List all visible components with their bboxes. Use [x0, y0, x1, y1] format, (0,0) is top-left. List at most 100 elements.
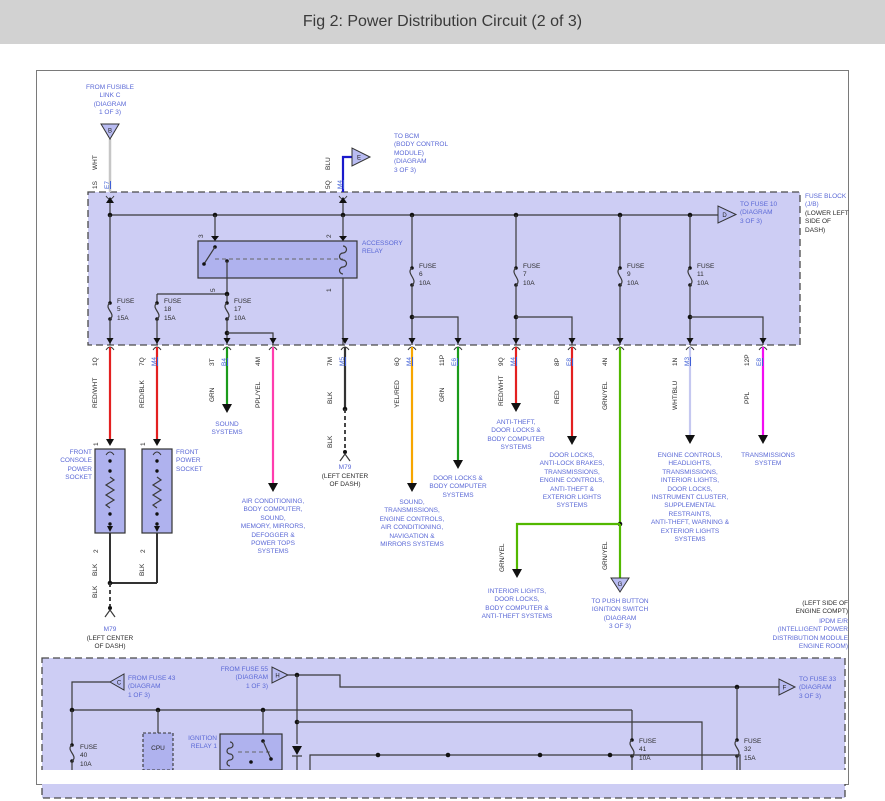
pin-1n: 1N [672, 358, 680, 366]
connector-g-label: G [618, 582, 623, 588]
wire-label-ppl: PPL [744, 392, 752, 404]
arrow-down-icon [407, 483, 417, 492]
pin-8p: 8P [554, 358, 562, 366]
pin-9q: 9Q [498, 357, 506, 366]
wire-label-wht: WHT [92, 155, 100, 170]
pin-1s: 1S [92, 181, 100, 189]
relay-pin-2: 2 [326, 234, 334, 238]
label-ignition-relay: IGNITION RELAY 1 [175, 735, 217, 752]
fuse7-label: FUSE 7 10A [523, 263, 553, 288]
wire-label-grn-3t: GRN [209, 388, 217, 402]
arrow-down-icon [268, 483, 278, 492]
label-to-push-button: TO PUSH BUTTON IGNITION SWITCH (DIAGRAM … [580, 598, 660, 632]
arrow-down-icon [106, 439, 114, 446]
label-door-locks-body-systems: DOOR LOCKS & BODY COMPUTER SYSTEMS [418, 475, 498, 500]
socket1-pin-2: 2 [93, 549, 101, 553]
label-to-fuse33: TO FUSE 33 (DIAGRAM 3 OF 3) [799, 676, 859, 701]
arrow-down-icon [453, 460, 463, 469]
wire-label-red-blk: RED/BLK [139, 380, 147, 408]
pin-link-m4-7q[interactable]: M4 [151, 357, 159, 366]
fuse6-label: FUSE 6 10A [419, 263, 449, 288]
wire-label-blk-ground-center: BLK [327, 436, 335, 448]
clip-overlay [38, 770, 848, 784]
label-interior-lights-systems: INTERIOR LIGHTS, DOOR LOCKS, BODY COMPUT… [475, 588, 559, 622]
pin-6q: 6Q [394, 357, 402, 366]
connector-b-label: B [108, 129, 112, 135]
pin-link-e6[interactable]: E6 [451, 358, 459, 366]
label-from-fuse55: FROM FUSE 55 (DIAGRAM 1 OF 3) [200, 666, 268, 691]
ground-icon [340, 454, 350, 461]
label-from-fuse43: FROM FUSE 43 (DIAGRAM 1 OF 3) [128, 675, 198, 700]
label-door-locks-abs-systems: DOOR LOCKS, ANTI-LOCK BRAKES, TRANSMISSI… [530, 452, 614, 511]
label-front-console-socket: FRONT CONSOLE POWER SOCKET [50, 449, 92, 483]
label-from-fusible-link: FROM FUSIBLE LINK C (DIAGRAM 1 OF 3) [70, 84, 150, 118]
page: Fig 2: Power Distribution Circuit (2 of … [0, 0, 885, 801]
label-to-fuse10: TO FUSE 10 (DIAGRAM 3 OF 3) [740, 201, 810, 226]
label-accessory-relay: ACCESSORY RELAY [362, 240, 422, 257]
label-transmissions-system: TRANSMISSIONS SYSTEM [728, 452, 808, 469]
wire-label-blk-socket1: BLK [92, 564, 100, 576]
relay-pin-1: 1 [326, 288, 334, 292]
pin-12p: 12P [744, 354, 752, 366]
pin-link-e7[interactable]: E7 [104, 181, 112, 189]
label-engine-controls-systems: ENGINE CONTROLS, HEADLIGHTS, TRANSMISSIO… [640, 452, 740, 544]
pin-link-e8-12p[interactable]: E8 [756, 358, 764, 366]
ground-icon [105, 610, 115, 617]
wire-label-blk-ground: BLK [92, 586, 100, 598]
label-sound-systems: SOUND SYSTEMS [192, 421, 262, 438]
pin-link-m4-6q[interactable]: M4 [406, 357, 414, 366]
wire-label-grn-yel-branch: GRN/YEL [499, 543, 507, 572]
fuse18-label: FUSE 18 15A [164, 298, 194, 323]
wire-label-ppl-yel: PPL/YEL [255, 382, 263, 408]
connector-e-label: E [357, 156, 361, 162]
relay-pin-5: 5 [210, 288, 218, 292]
pin-3t: 3T [209, 358, 217, 366]
wire-label-grn-yel-4n: GRN/YEL [602, 381, 610, 410]
fuse32-label: FUSE 32 15A [744, 738, 774, 763]
ignition-relay-box [220, 734, 282, 770]
pin-5q: 5Q [325, 180, 333, 189]
arrow-down-icon [567, 436, 577, 445]
ground-m79-left-location: (LEFT CENTER OF DASH) [72, 635, 148, 652]
pin-4n: 4N [602, 358, 610, 366]
fuse5-label: FUSE 5 15A [117, 298, 147, 323]
socket2-pin-2: 2 [140, 549, 148, 553]
fuse40-label: FUSE 40 10A [80, 744, 110, 769]
pin-link-m4-top[interactable]: M4 [337, 180, 345, 189]
pin-link-b4[interactable]: B4 [221, 358, 229, 366]
pin-link-m5[interactable]: M5 [339, 357, 347, 366]
power-sockets [95, 449, 172, 617]
arrow-down-icon [511, 403, 521, 412]
fuse17-label: FUSE 17 10A [234, 298, 264, 323]
wire-label-yel-red: YEL/RED [394, 380, 402, 408]
wire-label-blu: BLU [325, 157, 333, 170]
wire-label-red-wht-1q: RED/WHT [92, 378, 100, 408]
connector-d-label: D [722, 213, 727, 219]
label-to-bcm: TO BCM (BODY CONTROL MODULE) (DIAGRAM 3 … [394, 133, 474, 175]
label-air-conditioning-systems: AIR CONDITIONING, BODY COMPUTER, SOUND, … [228, 498, 318, 557]
socket2-pin-1: 1 [140, 442, 148, 446]
pin-4m: 4M [255, 357, 263, 366]
pin-link-m4-9q[interactable]: M4 [510, 357, 518, 366]
label-front-power-socket: FRONT POWER SOCKET [176, 449, 218, 474]
label-sound-transmissions-systems: SOUND, TRANSMISSIONS, ENGINE CONTROLS, A… [372, 499, 452, 549]
connector-h-label: H [275, 674, 279, 680]
pin-11p: 11P [439, 355, 447, 366]
label-fuse-block: FUSE BLOCK (J/B) [805, 193, 860, 210]
arrow-down-icon [153, 439, 161, 446]
pin-link-m3[interactable]: M3 [684, 357, 692, 366]
pin-7q: 7Q [139, 357, 147, 366]
fuse9-label: FUSE 9 10A [627, 263, 657, 288]
label-ipdm: IPDM E/R (INTELLIGENT POWER DISTRIBUTION… [718, 618, 848, 652]
arrow-down-icon [512, 569, 522, 578]
label-anti-theft-systems: ANTI-THEFT, DOOR LOCKS & BODY COMPUTER S… [476, 419, 556, 453]
arrow-down-icon [222, 404, 232, 413]
accessory-relay-box [198, 241, 357, 278]
connector-f-label: F [783, 686, 787, 692]
pin-1q: 1Q [92, 357, 100, 366]
relay-pin-3: 3 [198, 234, 206, 238]
fuse41-label: FUSE 41 10A [639, 738, 669, 763]
connector-c-label: C [117, 681, 122, 687]
pin-link-e8-8p[interactable]: E8 [566, 358, 574, 366]
arrow-down-icon [685, 435, 695, 444]
